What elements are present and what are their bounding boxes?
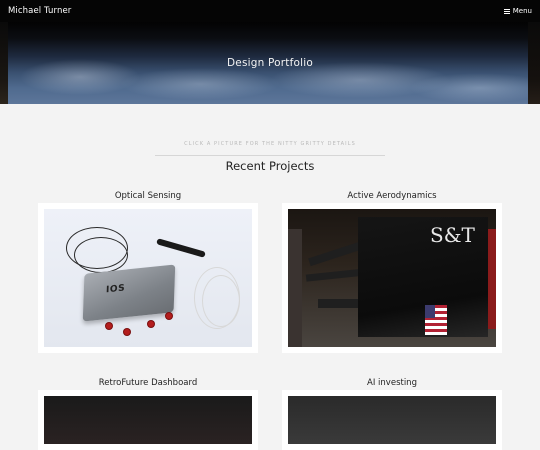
project-card-retrofuture-dashboard[interactable] bbox=[38, 390, 258, 450]
project-card-active-aerodynamics[interactable]: S&T bbox=[282, 203, 502, 353]
red-post bbox=[488, 229, 496, 329]
project-image-active-aerodynamics: S&T bbox=[288, 209, 496, 347]
hamburger-icon bbox=[503, 8, 510, 14]
site-brand[interactable]: Michael Turner bbox=[8, 6, 71, 16]
project-title-optical-sensing: Optical Sensing bbox=[114, 191, 182, 201]
section-divider bbox=[155, 155, 385, 156]
cable-loop bbox=[74, 237, 128, 273]
project-card-ai-investing[interactable] bbox=[282, 390, 502, 450]
top-navbar: Michael Turner Menu bbox=[0, 0, 540, 22]
sensor-box-label: IOS bbox=[105, 283, 126, 296]
project-title-ai-investing: AI investing bbox=[367, 378, 417, 388]
section-subtitle: CLICK A PICTURE FOR THE NITTY GRITTY DET… bbox=[184, 141, 356, 147]
menu-label: Menu bbox=[512, 7, 532, 15]
sensor-probe bbox=[156, 238, 206, 258]
wing-logo: S&T bbox=[430, 223, 475, 247]
project-title-active-aerodynamics: Active Aerodynamics bbox=[347, 191, 437, 201]
frame-post bbox=[288, 229, 302, 347]
hero-title: Design Portfolio bbox=[227, 57, 313, 69]
project-image-ai-investing bbox=[288, 396, 496, 444]
project-image-retrofuture-dashboard bbox=[44, 396, 252, 444]
menu-button[interactable]: Menu bbox=[503, 7, 532, 15]
red-connector bbox=[124, 329, 130, 335]
hero-banner: Design Portfolio bbox=[0, 22, 540, 104]
project-card-optical-sensing[interactable]: IOS bbox=[38, 203, 258, 353]
rear-wing: S&T bbox=[358, 217, 488, 337]
red-connector bbox=[106, 323, 112, 329]
project-title-retrofuture-dashboard: RetroFuture Dashboard bbox=[98, 378, 198, 388]
section-title: Recent Projects bbox=[225, 159, 315, 173]
us-flag bbox=[425, 305, 447, 335]
cable-loop-white bbox=[202, 275, 240, 327]
red-connector bbox=[166, 313, 172, 319]
sensor-box: IOS bbox=[82, 264, 176, 322]
project-image-optical-sensing: IOS bbox=[44, 209, 252, 347]
red-connector bbox=[148, 321, 154, 327]
